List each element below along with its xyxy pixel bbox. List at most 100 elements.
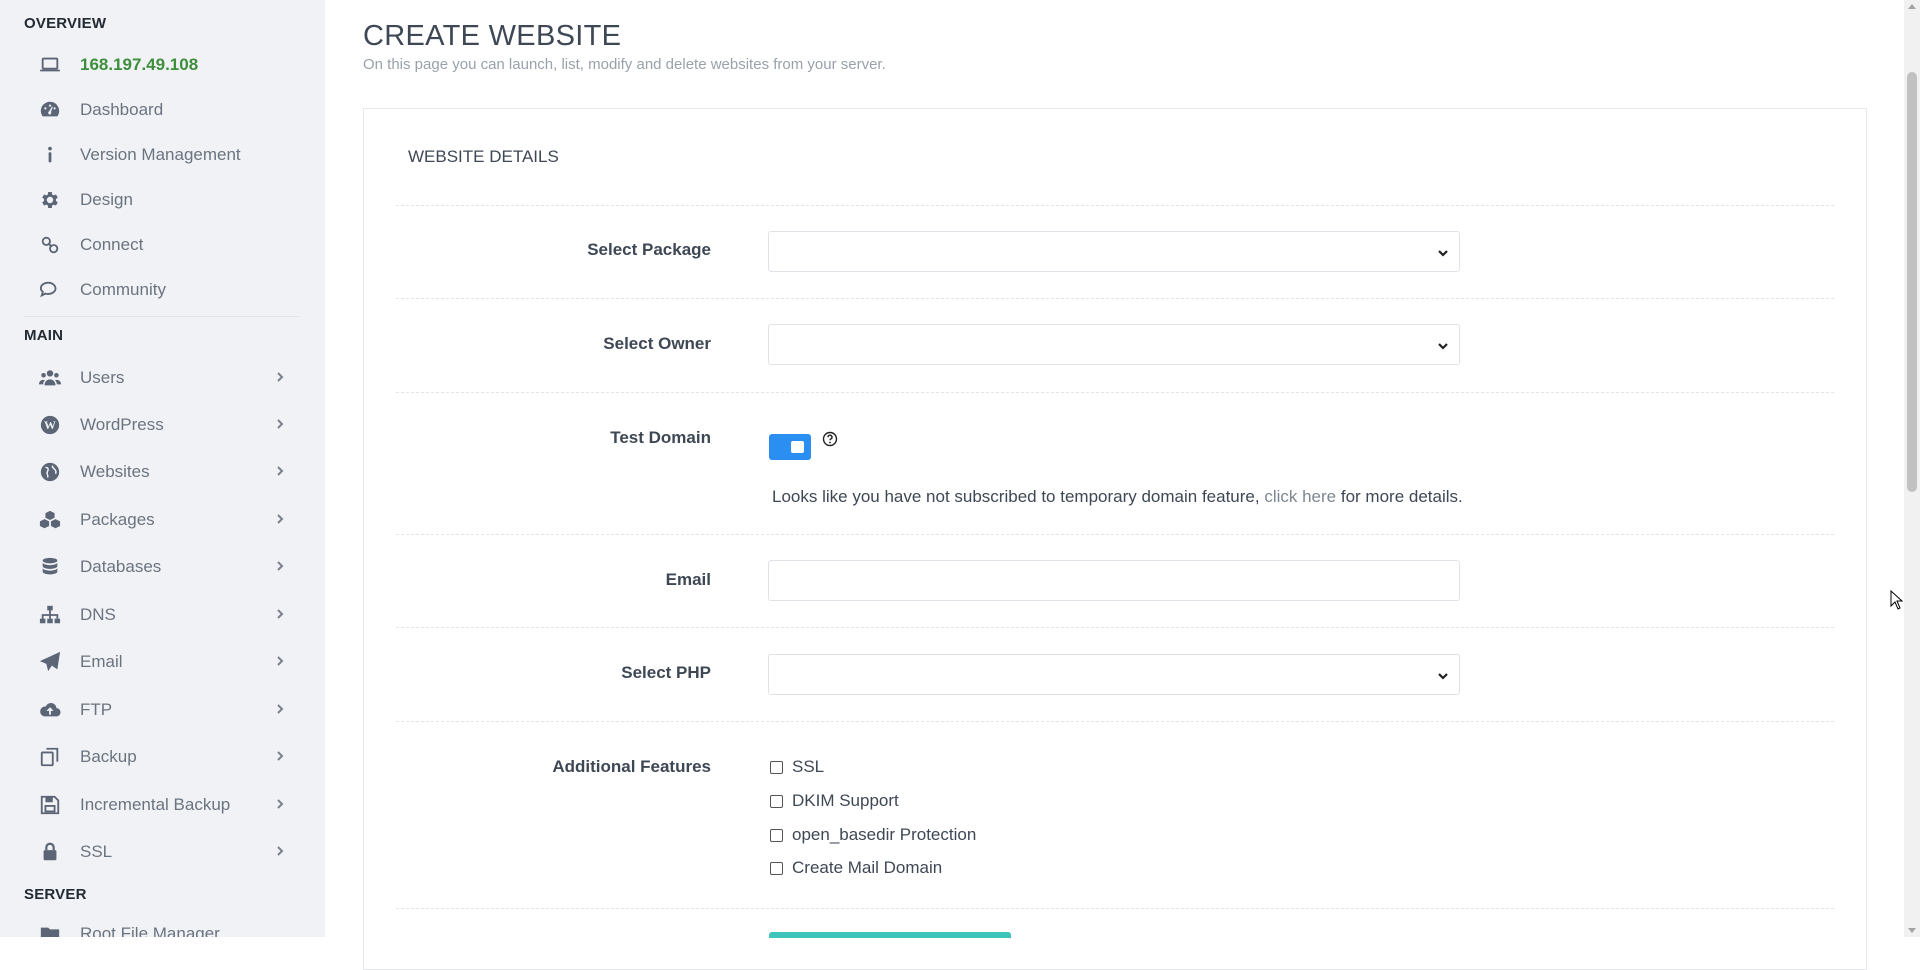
sidebar-item-label: Connect: [80, 235, 144, 254]
sidebar-item-incremental-backup[interactable]: Incremental Backup: [24, 785, 300, 825]
open-basedir-feature-row[interactable]: open_basedir Protection: [770, 824, 976, 846]
sidebar-item-connect[interactable]: Connect: [24, 225, 300, 265]
test-domain-toggle[interactable]: [769, 434, 811, 460]
email-label: Email: [665, 570, 711, 589]
divider: [396, 534, 1834, 535]
sidebar-item-label: Root File Manager: [80, 924, 220, 937]
chevron-right-icon: [274, 559, 290, 575]
ssl-checkbox-label: SSL: [792, 757, 825, 776]
page-subtitle: On this page you can launch, list, modif…: [363, 56, 886, 73]
paper-plane-icon: [36, 650, 64, 674]
select-php-dropdown[interactable]: [768, 654, 1460, 695]
globe-icon: [36, 460, 64, 484]
select-owner-label: Select Owner: [603, 334, 711, 353]
chevron-right-icon: [274, 797, 290, 813]
dkim-checkbox[interactable]: [770, 794, 783, 808]
sidebar-item-label: FTP: [80, 700, 113, 719]
sidebar-item-databases[interactable]: Databases: [24, 547, 300, 587]
sidebar-item-label: Backup: [80, 747, 137, 766]
laptop-icon: [36, 53, 64, 77]
cubes-icon: [36, 508, 64, 532]
divider: [396, 721, 1834, 722]
email-input[interactable]: [768, 560, 1460, 601]
mouse-cursor-icon: [1890, 590, 1904, 610]
ssl-checkbox[interactable]: [770, 760, 783, 774]
click-here-link[interactable]: click here: [1264, 487, 1336, 506]
sidebar-item-label: DNS: [80, 605, 116, 624]
sidebar-item-users[interactable]: Users: [24, 358, 300, 398]
sidebar-item-version-management[interactable]: Version Management: [24, 135, 300, 175]
scroll-up-arrow-icon[interactable]: [1908, 4, 1916, 9]
ssl-feature-row[interactable]: SSL: [770, 756, 824, 778]
sidebar-item-label: Incremental Backup: [80, 795, 231, 814]
chevron-right-icon: [274, 654, 290, 670]
select-owner-dropdown[interactable]: [768, 324, 1460, 365]
chevron-right-icon: [274, 607, 290, 623]
sidebar-item-packages[interactable]: Packages: [24, 500, 300, 540]
create-website-button[interactable]: [769, 932, 1011, 938]
link-icon: [36, 233, 64, 257]
sidebar: OVERVIEW 168.197.49.108 Dashboard Versio…: [0, 0, 325, 937]
svg-text:W: W: [44, 418, 56, 432]
chevron-down-icon: [1437, 669, 1449, 681]
select-package-dropdown[interactable]: [768, 231, 1460, 272]
lock-icon: [36, 840, 64, 864]
sidebar-item-wordpress[interactable]: W WordPress: [24, 405, 300, 445]
open-basedir-checkbox-label: open_basedir Protection: [792, 825, 977, 844]
sidebar-item-label: Version Management: [80, 145, 241, 164]
question-circle-icon[interactable]: [822, 431, 838, 447]
mail-domain-checkbox[interactable]: [770, 861, 783, 875]
mail-domain-feature-row[interactable]: Create Mail Domain: [770, 857, 942, 879]
sidebar-item-label: Dashboard: [80, 100, 164, 119]
sidebar-item-backup[interactable]: Backup: [24, 737, 300, 777]
divider: [396, 298, 1834, 299]
dkim-feature-row[interactable]: DKIM Support: [770, 790, 899, 812]
sidebar-item-label: Community: [80, 280, 166, 299]
dashboard-gauge-icon: [36, 98, 64, 122]
cloud-upload-icon: [36, 698, 64, 722]
temporary-domain-notice: Looks like you have not subscribed to te…: [772, 487, 1463, 507]
wordpress-icon: W: [36, 413, 64, 437]
sidebar-item-ip-address[interactable]: 168.197.49.108: [24, 45, 300, 85]
sidebar-item-label: WordPress: [80, 415, 164, 434]
sidebar-item-label: Databases: [80, 557, 162, 576]
chevron-right-icon: [274, 749, 290, 765]
open-basedir-checkbox[interactable]: [770, 828, 783, 842]
scroll-down-arrow-icon[interactable]: [1908, 928, 1916, 933]
chevron-right-icon: [274, 417, 290, 433]
vertical-scrollbar[interactable]: [1904, 0, 1920, 937]
sidebar-item-label: Websites: [80, 462, 150, 481]
sidebar-item-design[interactable]: Design: [24, 180, 300, 220]
sidebar-item-label: SSL: [80, 842, 113, 861]
dkim-checkbox-label: DKIM Support: [792, 791, 899, 810]
sidebar-item-root-file-manager[interactable]: Root File Manager: [24, 914, 300, 937]
sidebar-item-community[interactable]: Community: [24, 270, 300, 310]
divider: [396, 908, 1834, 909]
chevron-right-icon: [274, 844, 290, 860]
sidebar-item-label: 168.197.49.108: [80, 55, 199, 74]
sidebar-item-websites[interactable]: Websites: [24, 452, 300, 492]
sidebar-item-ssl[interactable]: SSL: [24, 832, 300, 872]
divider: [396, 392, 1834, 393]
divider: [24, 316, 300, 317]
save-icon: [36, 793, 64, 817]
website-details-panel: WEBSITE DETAILS Select Package Select Ow…: [363, 108, 1867, 970]
chevron-right-icon: [274, 370, 290, 386]
chevron-right-icon: [274, 512, 290, 528]
notice-text-suffix: for more details.: [1336, 487, 1463, 506]
info-icon: [36, 143, 64, 167]
sidebar-item-dashboard[interactable]: Dashboard: [24, 90, 300, 130]
sidebar-item-email[interactable]: Email: [24, 642, 300, 682]
sidebar-item-label: Email: [80, 652, 123, 671]
users-icon: [36, 366, 64, 390]
sidebar-item-label: Packages: [80, 510, 155, 529]
sidebar-item-dns[interactable]: DNS: [24, 595, 300, 635]
sidebar-item-ftp[interactable]: FTP: [24, 690, 300, 730]
sidebar-item-label: Users: [80, 368, 125, 387]
folder-icon: [36, 922, 64, 937]
page-title: CREATE WEBSITE: [363, 20, 622, 52]
scrollbar-thumb[interactable]: [1907, 72, 1917, 492]
section-title-overview: OVERVIEW: [24, 15, 107, 32]
toggle-knob: [791, 441, 804, 453]
test-domain-label: Test Domain: [610, 428, 711, 447]
